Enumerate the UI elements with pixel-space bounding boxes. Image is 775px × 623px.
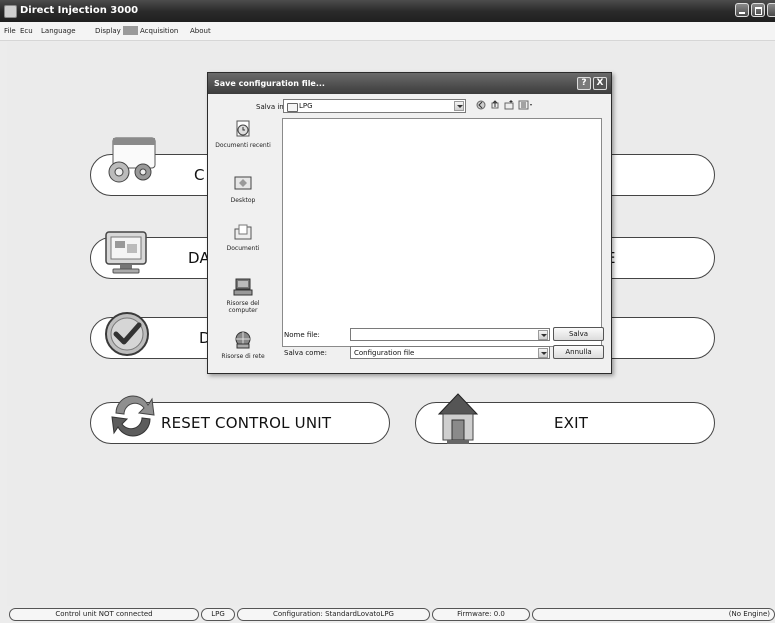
cancel-button[interactable]: Annulla bbox=[553, 345, 604, 359]
app-icon bbox=[4, 5, 17, 18]
save-in-label: Salva in: bbox=[256, 103, 287, 111]
window-titlebar: Direct Injection 3000 bbox=[0, 0, 775, 22]
filetype-value: Configuration file bbox=[354, 349, 415, 357]
place-recent-documents[interactable]: Documenti recenti bbox=[214, 120, 272, 149]
place-documents-label: Documenti bbox=[226, 245, 260, 252]
documents-folder-icon bbox=[234, 224, 252, 240]
window-title: Direct Injection 3000 bbox=[20, 5, 139, 16]
computer-icon bbox=[233, 278, 253, 296]
filetype-select[interactable]: Configuration file bbox=[350, 346, 550, 359]
main-panel: C DA E D RESET CONTROL UNIT bbox=[7, 42, 775, 607]
place-recent-documents-label: Documenti recenti bbox=[215, 142, 271, 149]
up-folder-icon[interactable] bbox=[490, 100, 500, 110]
back-icon[interactable] bbox=[476, 100, 486, 110]
dialog-close-button[interactable]: X bbox=[593, 77, 607, 90]
status-engine: (No Engine) bbox=[532, 608, 775, 621]
places-bar: Documenti recenti Desktop Documenti Riso… bbox=[214, 118, 272, 368]
configure-button-label: C bbox=[194, 166, 205, 184]
new-folder-icon[interactable] bbox=[504, 100, 514, 110]
desktop-icon bbox=[234, 176, 252, 190]
network-globe-icon bbox=[235, 331, 251, 349]
checkmark-icon bbox=[105, 312, 149, 356]
save-in-value: LPG bbox=[299, 102, 313, 110]
menu-file[interactable]: File bbox=[4, 27, 16, 35]
place-my-computer[interactable]: Risorse del computer bbox=[214, 278, 272, 314]
filename-label: Nome file: bbox=[284, 331, 320, 339]
save-button[interactable]: Salva bbox=[553, 327, 604, 341]
place-documents[interactable]: Documenti bbox=[214, 223, 272, 252]
save-config-dialog: Save configuration file... ? X Salva in:… bbox=[207, 72, 612, 374]
status-connection: Control unit NOT connected bbox=[9, 608, 199, 621]
menu-bar: File Ecu Language Display Acquisition Ab… bbox=[0, 22, 775, 41]
dialog-titlebar: Save configuration file... ? X bbox=[208, 73, 611, 94]
maximize-button[interactable] bbox=[751, 3, 765, 17]
status-firmware: Firmware: 0.0 bbox=[432, 608, 530, 621]
menu-ecu[interactable]: Ecu bbox=[20, 27, 33, 35]
reset-arrows-icon bbox=[111, 395, 155, 437]
save-in-dropdown[interactable]: LPG bbox=[283, 99, 466, 113]
dialog-help-button[interactable]: ? bbox=[577, 77, 591, 90]
folder-icon bbox=[287, 103, 298, 112]
file-list[interactable] bbox=[282, 118, 602, 347]
monitor-icon bbox=[105, 231, 147, 274]
configuration-gears-icon bbox=[108, 137, 156, 183]
status-configuration: Configuration: StandardLovatoLPG bbox=[237, 608, 430, 621]
menu-acquisition[interactable]: Acquisition bbox=[140, 27, 178, 35]
reset-button-label: RESET CONTROL UNIT bbox=[161, 414, 332, 432]
chevron-down-icon bbox=[454, 101, 464, 111]
chevron-down-icon bbox=[538, 348, 548, 358]
close-window-button[interactable] bbox=[767, 3, 775, 17]
recent-documents-icon bbox=[236, 120, 250, 137]
status-fuel: LPG bbox=[201, 608, 235, 621]
filetype-label: Salva come: bbox=[284, 349, 327, 357]
dialog-title: Save configuration file... bbox=[214, 79, 325, 88]
place-desktop[interactable]: Desktop bbox=[214, 175, 272, 204]
view-menu-icon[interactable] bbox=[518, 100, 534, 110]
place-my-computer-label: Risorse del computer bbox=[226, 300, 260, 314]
chevron-down-icon bbox=[538, 330, 548, 340]
house-exit-icon bbox=[437, 393, 479, 444]
menu-about[interactable]: About bbox=[190, 27, 211, 35]
place-desktop-label: Desktop bbox=[230, 197, 256, 204]
status-bar: Control unit NOT connected LPG Configura… bbox=[0, 606, 775, 623]
menu-language[interactable]: Language bbox=[41, 27, 76, 35]
menu-display[interactable]: Display bbox=[95, 27, 121, 35]
place-network-label: Risorse di rete bbox=[221, 353, 265, 360]
minimize-button[interactable] bbox=[735, 3, 749, 17]
acquisition-indicator bbox=[123, 26, 138, 35]
place-network[interactable]: Risorse di rete bbox=[214, 331, 272, 360]
exit-button-label: EXIT bbox=[554, 414, 589, 432]
filename-input[interactable] bbox=[350, 328, 550, 341]
